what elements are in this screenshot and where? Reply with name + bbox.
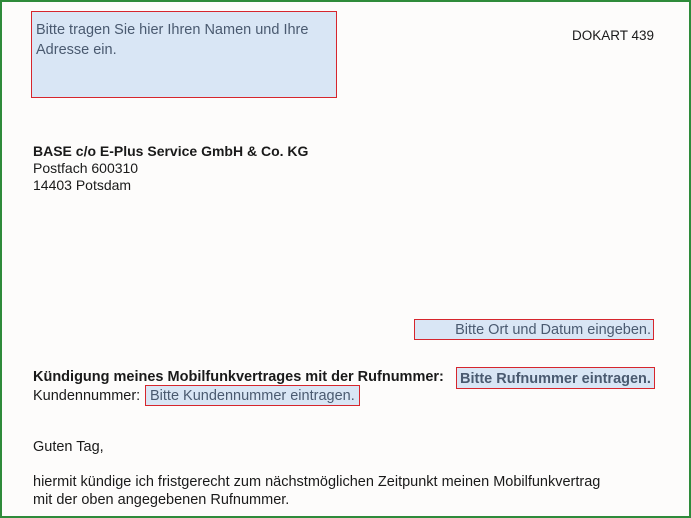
place-date-field[interactable]: Bitte Ort und Datum eingeben. [414,319,654,340]
document-number: DOKART 439 [571,28,654,43]
sender-placeholder-line1: Bitte tragen Sie hier Ihren Namen und Ih… [36,22,309,38]
customer-number-label: Kundennummer: [33,388,141,404]
greeting: Guten Tag, [33,439,104,455]
sender-address-field[interactable]: Bitte tragen Sie hier Ihren Namen und Ih… [31,11,337,98]
recipient-city: 14403 Potsdam [33,177,132,193]
letter-body: hiermit kündige ich fristgerecht zum näc… [33,473,600,509]
recipient-company: BASE c/o E-Plus Service GmbH & Co. KG [33,143,309,159]
customer-number-field[interactable]: Bitte Kundennummer eintragen. [145,385,360,406]
body-line-1: hiermit kündige ich fristgerecht zum näc… [33,474,601,490]
recipient-po-box: Postfach 600310 [33,160,139,176]
letter-page: Bitte tragen Sie hier Ihren Namen und Ih… [0,0,691,518]
body-line-2: mit der oben angegebenen Rufnummer. [33,492,290,508]
phone-number-field[interactable]: Bitte Rufnummer eintragen. [456,367,655,389]
recipient-address: BASE c/o E-Plus Service GmbH & Co. KG Po… [33,143,308,194]
subject-line: Kündigung meines Mobilfunkvertrages mit … [33,369,444,385]
sender-placeholder-line2: Adresse ein. [36,42,117,58]
